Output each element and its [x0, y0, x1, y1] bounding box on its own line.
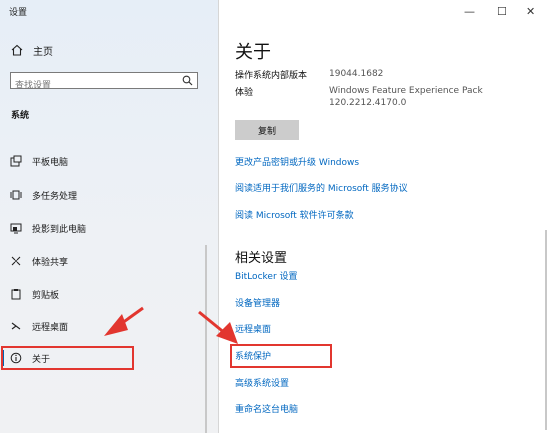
sidebar-item-label: 平板电脑 [32, 157, 69, 168]
spec-value-build: 19044.1682 [329, 69, 384, 79]
link-service-agreement[interactable]: 阅读适用于我们服务的 Microsoft 服务协议 [235, 181, 408, 194]
minimize-button[interactable]: — [464, 5, 475, 18]
highlight-box-about [1, 346, 134, 370]
close-button[interactable]: ✕ [526, 5, 535, 18]
link-bitlocker[interactable]: BitLocker 设置 [235, 269, 298, 282]
link-change-product-key[interactable]: 更改产品密钥或升级 Windows [235, 155, 359, 168]
sidebar-item-remote-desktop[interactable]: 远程桌面 [10, 318, 68, 334]
sidebar-item-clipboard[interactable]: 剪贴板 [10, 286, 59, 302]
section-label: 系统 [11, 111, 30, 121]
sidebar-item-tablet[interactable]: 平板电脑 [10, 153, 68, 169]
sidebar-item-label: 多任务处理 [32, 191, 78, 202]
clipboard-icon [11, 289, 21, 300]
window-title: 设置 [9, 8, 28, 18]
sidebar-item-label: 主页 [33, 46, 53, 58]
sidebar-item-label: 剪贴板 [32, 290, 60, 301]
sidebar-item-label: 体验共享 [32, 257, 69, 268]
sidebar-item-shared-experiences[interactable]: 体验共享 [10, 253, 68, 269]
spec-value-experience: Windows Feature Experience Pack 120.2212… [329, 86, 483, 108]
home-icon [11, 44, 23, 56]
tablet-icon [10, 155, 22, 167]
main-content: — ☐ ✕ 关于 操作系统内部版本 19044.1682 体验 Windows … [219, 0, 550, 433]
copy-button[interactable]: 复制 [235, 120, 299, 140]
main-scrollbar[interactable] [545, 230, 547, 430]
sidebar-scrollbar[interactable] [205, 245, 207, 433]
projecting-icon [10, 223, 22, 234]
search-icon[interactable] [182, 75, 193, 86]
search-input[interactable] [11, 78, 179, 94]
remote-desktop-icon [11, 322, 21, 330]
sidebar-item-multitasking[interactable]: 多任务处理 [10, 187, 77, 203]
spec-label-build: 操作系统内部版本 [235, 71, 308, 81]
highlight-box-system-protection [230, 344, 332, 368]
multitasking-icon [10, 190, 22, 200]
link-rename-pc[interactable]: 重命名这台电脑 [235, 402, 298, 415]
search-box[interactable] [10, 72, 198, 94]
sidebar: 设置 主页 系统 平板电脑 多任务处理 [0, 0, 218, 433]
shared-experiences-icon [11, 256, 21, 266]
link-device-manager[interactable]: 设备管理器 [235, 296, 280, 309]
sidebar-item-projecting[interactable]: 投影到此电脑 [10, 220, 86, 236]
maximize-button[interactable]: ☐ [497, 5, 507, 18]
link-advanced-system-settings[interactable]: 高级系统设置 [235, 376, 289, 389]
sidebar-item-home[interactable]: 主页 [10, 42, 53, 58]
related-settings-heading: 相关设置 [235, 251, 288, 266]
page-title: 关于 [235, 42, 271, 63]
link-license-terms[interactable]: 阅读 Microsoft 软件许可条款 [235, 208, 354, 221]
sidebar-item-label: 远程桌面 [32, 322, 69, 333]
link-remote-desktop[interactable]: 远程桌面 [235, 322, 271, 335]
sidebar-item-label: 投影到此电脑 [32, 224, 87, 235]
spec-label-experience: 体验 [235, 88, 254, 98]
